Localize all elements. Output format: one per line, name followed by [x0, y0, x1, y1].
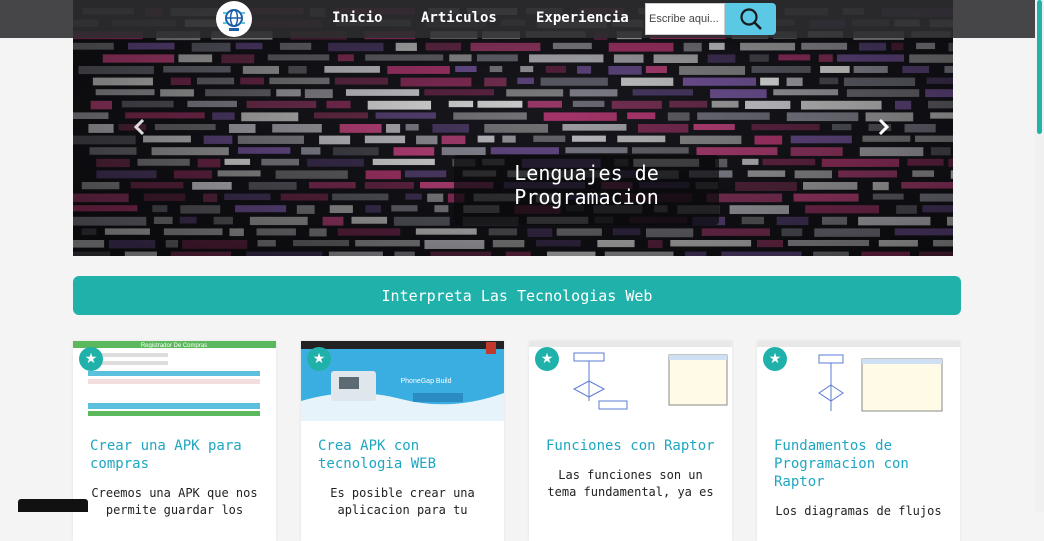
corner-tab[interactable]: [18, 499, 88, 512]
nav-link-articulos[interactable]: Articulos: [421, 10, 497, 26]
carousel-prev-button[interactable]: [125, 112, 155, 142]
carousel-caption: Lenguajes de Programacion: [454, 155, 719, 225]
search-input[interactable]: [645, 3, 725, 35]
apk-form-screenshot: Registrador De Compras: [73, 341, 276, 421]
hero-carousel: Lenguajes de Programacion: [73, 0, 953, 256]
card-image: Registrador De Compras ★: [73, 341, 276, 421]
star-icon: ★: [79, 347, 103, 371]
card-title[interactable]: Crea APK con tecnologia WEB: [318, 437, 487, 473]
magnifier-icon: [739, 8, 762, 30]
card-image-header: PhoneGap Build: [401, 378, 452, 385]
card-title[interactable]: Fundamentos de Programacion con Raptor: [774, 437, 943, 491]
card-text: Las funciones son un tema fundamental, y…: [547, 468, 714, 499]
search-button[interactable]: [725, 3, 776, 35]
card-image-header: Registrador De Compras: [141, 343, 207, 349]
navbar: Inicio Articulos Experiencia: [0, 0, 1035, 38]
card-title[interactable]: Crear una APK para compras: [90, 437, 259, 473]
carousel-next-button[interactable]: [868, 112, 898, 142]
site-logo[interactable]: [212, 0, 256, 38]
card-image: ★: [529, 341, 732, 421]
chevron-left-icon: [133, 118, 145, 136]
card-text: Creemos una APK que nos permite guardar …: [91, 486, 258, 517]
article-card[interactable]: Registrador De Compras ★ Crear una APK p…: [73, 341, 276, 541]
logo-badge: [216, 1, 252, 37]
scrollbar-thumb[interactable]: [1037, 0, 1042, 134]
chevron-right-icon: [878, 118, 890, 136]
article-card[interactable]: ★ Funciones con Raptor Las funciones son…: [529, 341, 732, 541]
section-banner: Interpreta Las Tecnologias Web: [73, 276, 961, 315]
caption-line-2: Programacion: [514, 185, 659, 209]
article-card[interactable]: PhoneGap Build ★ Crea APK con tecnologia…: [301, 341, 504, 541]
banner-title: Interpreta Las Tecnologias Web: [381, 286, 653, 305]
globe-circuit-logo-icon: [223, 9, 245, 31]
page-scrollbar[interactable]: [1035, 0, 1044, 512]
star-icon: ★: [307, 347, 331, 371]
nav-link-experiencia[interactable]: Experiencia: [536, 10, 629, 26]
raptor-flowchart-screenshot: [529, 341, 732, 421]
raptor-fundamentals-screenshot: [757, 341, 960, 421]
card-image: ★: [757, 341, 960, 421]
phonegap-screenshot: PhoneGap Build: [301, 341, 504, 421]
star-icon: ★: [535, 347, 559, 371]
card-image: PhoneGap Build ★: [301, 341, 504, 421]
nav-link-inicio[interactable]: Inicio: [332, 10, 383, 26]
card-title[interactable]: Funciones con Raptor: [546, 437, 715, 455]
article-card[interactable]: ★ Fundamentos de Programacion con Raptor…: [757, 341, 960, 541]
star-icon: ★: [763, 347, 787, 371]
caption-line-1: Lenguajes de: [514, 161, 659, 185]
card-text: Es posible crear una aplicacion para tu: [330, 486, 475, 517]
